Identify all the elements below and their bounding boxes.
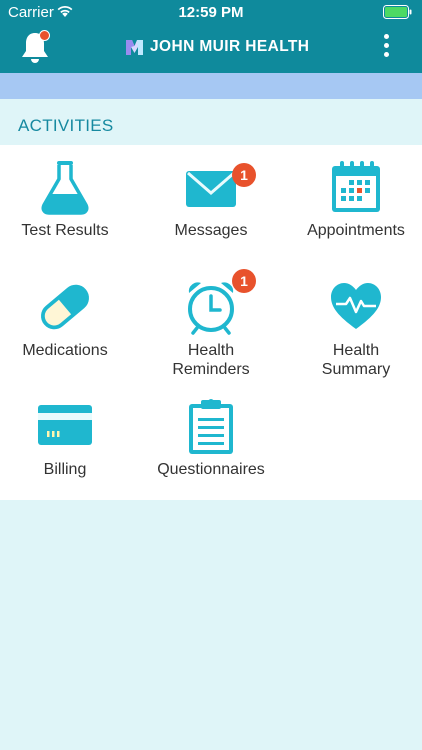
status-bar: Carrier 12:59 PM [0,0,422,24]
activities-panel: Test Results Messages 1 Appointments Med… [0,145,422,500]
brand-header: JOHN MUIR HEALTH [125,37,309,57]
test-results-label: Test Results [21,222,109,239]
banner-strip [0,73,422,99]
envelope-icon [186,171,236,207]
health-reminders-label-line2: Reminders [172,361,250,378]
medications-label: Medications [22,342,108,359]
top-bar: Carrier 12:59 PM JOHN MUIR HEALTH [0,0,422,73]
messages-badge: 1 [232,163,256,187]
flask-icon [41,161,89,215]
test-results-tile[interactable]: Test Results [0,159,135,240]
health-summary-label-line2: Summary [321,361,391,378]
brand-name: JOHN MUIR HEALTH [150,38,310,55]
medications-tile[interactable]: Medications [0,279,135,360]
health-summary-tile[interactable]: Health Summary [286,279,422,379]
billing-tile[interactable]: Billing [0,398,135,479]
clipboard-icon [189,399,233,454]
pill-capsule-icon [41,284,89,330]
appointments-tile[interactable]: Appointments [286,159,422,240]
appointments-label: Appointments [307,222,405,239]
health-summary-label-line1: Health [332,342,380,359]
activities-heading: ACTIVITIES [18,116,114,135]
notification-dot [39,30,50,41]
brand-logo-icon [126,39,143,55]
questionnaires-label: Questionnaires [157,461,265,478]
battery-icon [383,5,412,19]
messages-label: Messages [174,222,248,239]
more-options-icon[interactable] [377,34,395,62]
messages-tile[interactable]: Messages 1 [141,159,281,240]
heart-pulse-icon [331,283,381,329]
questionnaires-tile[interactable]: Questionnaires [141,398,281,479]
app-screen: Carrier 12:59 PM JOHN MUIR HEALTH ACTIVI… [0,0,422,750]
calendar-icon [332,161,380,212]
credit-card-icon [38,405,92,445]
alarm-clock-icon [188,282,234,335]
health-reminders-badge: 1 [232,269,256,293]
health-reminders-label-line1: Health [187,342,235,359]
billing-label: Billing [43,461,87,478]
status-time: 12:59 PM [178,4,244,21]
health-reminders-tile[interactable]: Health Reminders 1 [141,269,281,379]
